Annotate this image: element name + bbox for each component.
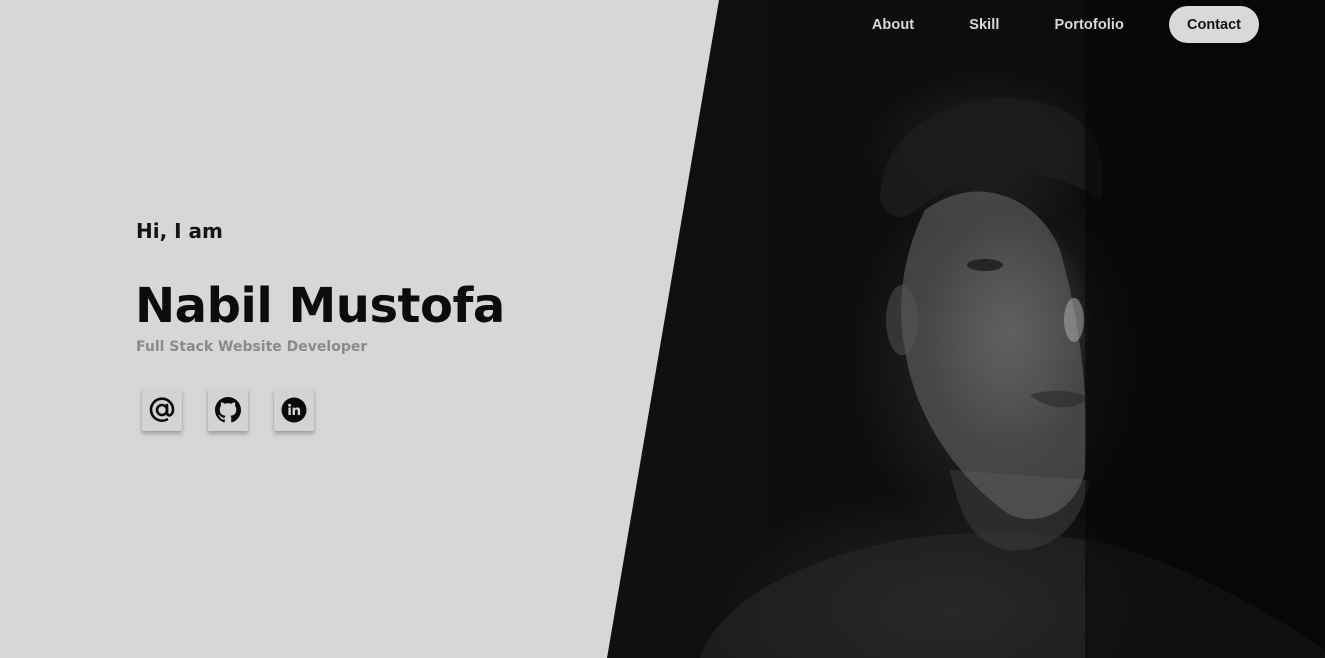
top-nav: About Skill Portofolio Contact: [872, 6, 1259, 43]
greeting-text: Hi, I am: [136, 219, 223, 243]
nav-link-about[interactable]: About: [872, 17, 914, 33]
page: About Skill Portofolio Contact Hi, I am …: [0, 0, 1325, 658]
nav-link-skill[interactable]: Skill: [969, 17, 999, 33]
hero-role: Full Stack Website Developer: [136, 339, 368, 355]
social-links: [142, 389, 340, 431]
github-link-button[interactable]: [208, 389, 248, 431]
hero-name: Nabil Mustofa: [135, 278, 505, 334]
contact-button[interactable]: Contact: [1169, 6, 1259, 43]
at-sign-icon: [149, 397, 175, 422]
linkedin-link-button[interactable]: [274, 389, 314, 431]
email-link-button[interactable]: [142, 389, 182, 431]
linkedin-icon: [281, 397, 307, 423]
github-icon: [215, 397, 241, 423]
nav-link-portofolio[interactable]: Portofolio: [1055, 17, 1124, 33]
